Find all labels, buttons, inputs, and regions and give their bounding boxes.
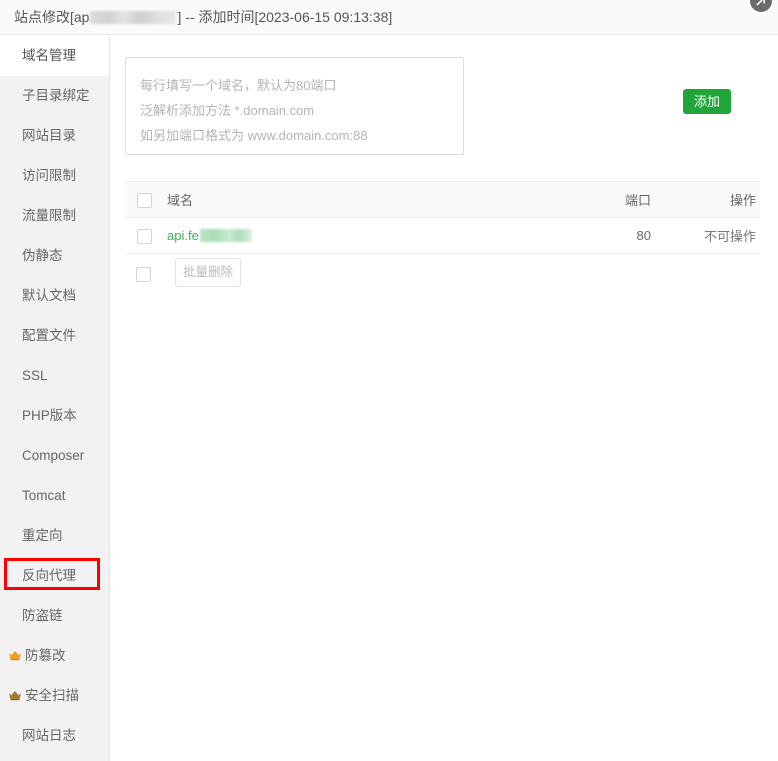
page-title: 站点修改[ap ] -- 添加时间[2023-06-15 09:13:38] [14, 0, 392, 34]
select-all-checkbox[interactable] [136, 192, 152, 208]
sidebar-item-subdir-bind[interactable]: 子目录绑定 [0, 76, 109, 116]
domain-input[interactable]: 每行填写一个域名，默认为80端口 泛解析添加方法 *.domain.com 如另… [125, 57, 464, 155]
domain-link[interactable]: api.fe [167, 228, 199, 243]
sidebar-item-ssl[interactable]: SSL [0, 356, 109, 396]
row-select-cell [125, 218, 163, 254]
sidebar-item-rewrite[interactable]: 伪静态 [0, 236, 109, 276]
crown-icon [8, 677, 22, 701]
sidebar-item-label: SSL [22, 368, 48, 383]
sidebar-item-label: Composer [22, 448, 85, 463]
select-all-cell [125, 182, 163, 218]
column-header-port: 端口 [624, 193, 651, 208]
crown-icon [8, 637, 22, 661]
domain-input-placeholder-line: 如另加端口格式为 www.domain.com:88 [140, 128, 368, 143]
sidebar-nav: 域名管理 子目录绑定 网站目录 访问限制 流量限制 伪静态 默认文档 配置文件 … [0, 36, 110, 761]
table-row: api.fe 80 不可操作 [125, 217, 760, 254]
sidebar-item-label: 安全扫描 [25, 688, 79, 703]
sidebar-item-label: 配置文件 [22, 328, 76, 343]
sidebar-item-label: 默认文档 [22, 288, 76, 303]
table-header-row: 域名 端口 操作 [125, 181, 760, 218]
sidebar-item-tomcat[interactable]: Tomcat [0, 476, 109, 516]
sidebar-item-label: 重定向 [22, 528, 63, 543]
add-domain-button[interactable]: 添加 [683, 89, 731, 114]
main-content: 每行填写一个域名，默认为80端口 泛解析添加方法 *.domain.com 如另… [111, 36, 778, 761]
sidebar-item-label: 域名管理 [22, 48, 76, 63]
sidebar-item-reverse-proxy[interactable]: 反向代理 [0, 556, 109, 596]
page-title-timestamp: 2023-06-15 09:13:38 [258, 9, 389, 25]
sidebar-item-label: Tomcat [22, 488, 66, 503]
sidebar-item-composer[interactable]: Composer [0, 436, 109, 476]
sidebar-item-site-dir[interactable]: 网站目录 [0, 116, 109, 156]
action-label: 不可操作 [703, 229, 756, 244]
sidebar-item-label: 反向代理 [22, 568, 76, 583]
domain-table-head: 域名 端口 操作 [125, 181, 760, 218]
footer-select-all-checkbox[interactable] [136, 267, 151, 282]
page-title-middle: ] -- 添加时间[ [177, 9, 259, 25]
sidebar-item-label: PHP版本 [22, 408, 77, 423]
domain-input-placeholder-line: 每行填写一个域名，默认为80端口 [140, 78, 337, 93]
sidebar-item-label: 防盗链 [22, 608, 63, 623]
sidebar-item-anti-tamper[interactable]: 防篡改 [0, 636, 109, 676]
sidebar-item-site-log[interactable]: 网站日志 [0, 716, 109, 756]
sidebar-item-domain-manage[interactable]: 域名管理 [0, 36, 109, 76]
cell-port: 80 [636, 228, 651, 243]
page-title-prefix: 站点修改[ap [14, 9, 90, 25]
bulk-delete-button[interactable]: 批量删除 [175, 258, 241, 287]
sidebar-item-label: 网站日志 [22, 728, 76, 743]
redacted-domain-suffix [199, 229, 252, 242]
sidebar-item-php-version[interactable]: PHP版本 [0, 396, 109, 436]
sidebar-item-default-doc[interactable]: 默认文档 [0, 276, 109, 316]
table-footer-toolbar: 批量删除 [125, 256, 760, 296]
sidebar-item-label: 防篡改 [25, 648, 66, 663]
sidebar-item-security-scan[interactable]: 安全扫描 [0, 676, 109, 716]
arrow-glyph [756, 0, 765, 6]
sidebar-item-anti-leech[interactable]: 防盗链 [0, 596, 109, 636]
page-title-suffix: ] [388, 9, 393, 25]
sidebar-item-label: 流量限制 [22, 208, 76, 223]
sidebar-item-label: 子目录绑定 [22, 88, 90, 103]
domain-table: 域名 端口 操作 api.fe 80 不可操作 [125, 181, 760, 254]
window-titlebar: 站点修改[ap ] -- 添加时间[2023-06-15 09:13:38] [0, 0, 778, 35]
sidebar-item-label: 伪静态 [22, 248, 63, 263]
cell-domain: api.fe [163, 218, 563, 254]
sidebar-item-label: 网站目录 [22, 128, 76, 143]
redacted-site-name [90, 11, 177, 24]
sidebar-item-label: 访问限制 [22, 168, 76, 183]
row-checkbox[interactable] [136, 228, 152, 244]
sidebar-item-traffic-limit[interactable]: 流量限制 [0, 196, 109, 236]
sidebar-item-redirect[interactable]: 重定向 [0, 516, 109, 556]
column-header-domain: 域名 [167, 193, 194, 208]
expand-arrow-icon[interactable] [748, 0, 774, 14]
sidebar-item-access-limit[interactable]: 访问限制 [0, 156, 109, 196]
sidebar-item-config-file[interactable]: 配置文件 [0, 316, 109, 356]
cell-action: 不可操作 [663, 218, 760, 254]
domain-input-placeholder-line: 泛解析添加方法 *.domain.com [140, 103, 315, 118]
domain-table-body: api.fe 80 不可操作 [125, 217, 760, 254]
column-header-action: 操作 [729, 193, 756, 208]
